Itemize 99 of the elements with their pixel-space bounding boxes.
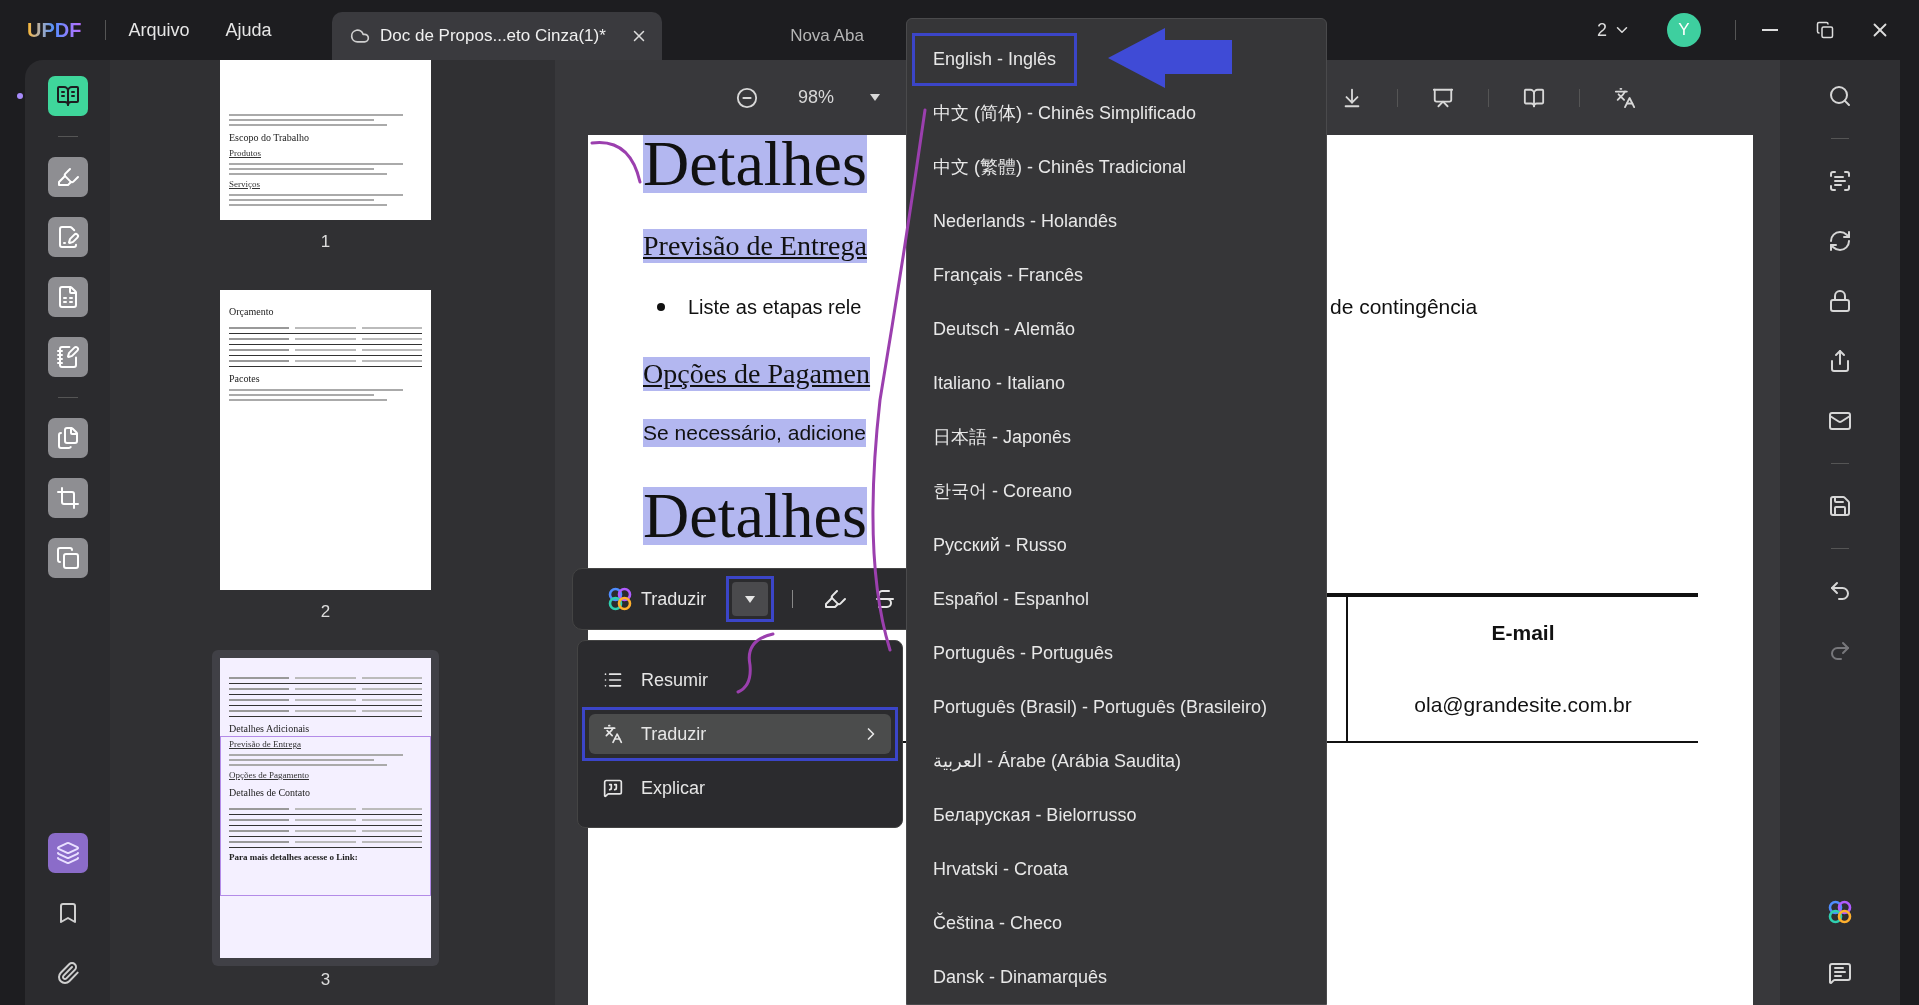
document-text: de contingência [1330,294,1478,320]
menu-item[interactable]: Ajuda [221,16,276,44]
copy-icon [55,546,80,570]
thumbnail-heading: Detalhes Adicionais [229,723,311,735]
ai-assistant-icon[interactable] [1827,899,1853,925]
tool-button[interactable] [47,418,88,458]
ocr-icon[interactable] [1828,169,1852,193]
book-icon [55,84,80,108]
caret-icon [745,595,756,603]
reader-icon[interactable] [1523,86,1545,109]
thumbnail-link: Produtos [229,148,262,159]
thumbnail-link: Serviços [229,179,261,190]
page-number: 1 [320,232,331,252]
speech-bubble-icon [603,778,623,798]
page-count-button[interactable]: 2 [1597,16,1631,44]
highlighter-icon [55,165,80,189]
tool-button[interactable] [47,478,88,518]
active-indicator [17,93,23,99]
comment-icon[interactable] [1828,961,1852,985]
zoom-level[interactable]: 98% [798,84,835,111]
language-option[interactable]: Čeština - Checo [907,896,1326,950]
cloud-icon [350,26,370,46]
sync-icon[interactable] [1828,229,1852,253]
language-option[interactable]: Português (Brasil) - Português (Brasileiro) [907,680,1326,734]
table-cell-text: ola@grandesite.com.br [1414,692,1632,718]
language-option[interactable]: 中文 (繁體) - Chinês Tradicional [907,140,1326,194]
panel-button[interactable] [47,833,88,873]
menu-item[interactable]: Arquivo [124,16,194,44]
thumbnail-heading: Detalhes de Contato [229,787,312,799]
translate-icon [603,724,623,744]
language-option[interactable]: 日本語 - Japonês [907,410,1326,464]
language-option[interactable]: 한국어 - Coreano [907,464,1326,518]
menu-item[interactable]: Explicar [589,768,891,808]
language-option[interactable]: Español - Espanhol [907,572,1326,626]
translate-label[interactable]: Traduzir [641,585,707,613]
language-option[interactable]: Português - Português [907,626,1326,680]
menu-item[interactable]: Traduzir [589,714,891,754]
language-option[interactable]: Nederlands - Holandês [907,194,1326,248]
highlighter-icon[interactable] [823,587,848,611]
pages-icon [55,426,80,450]
thumbnail-link: Previsão de Entrega [229,739,302,750]
language-option[interactable]: العربية - Árabe (Arábia Saudita) [907,734,1326,788]
document-subheading: Previsão de Entrega [643,229,867,263]
language-option[interactable]: 中文 (简体) - Chinês Simplificado [907,86,1326,140]
thumbnail-heading: Escopo do Trabalho [229,132,310,144]
dropdown-button[interactable] [732,582,769,616]
tool-button[interactable] [47,157,88,197]
page-number: 2 [320,602,331,622]
language-option[interactable]: Italiano - Italiano [907,356,1326,410]
language-option[interactable]: Deutsch - Alemão [907,302,1326,356]
translate-icon[interactable] [1614,86,1636,109]
thumbnail-frame[interactable]: Orçamento Pacotes [220,290,431,590]
restore-icon [1815,21,1834,39]
tool-button[interactable] [47,76,88,116]
ai-icon[interactable] [607,586,633,612]
tab-label: Doc de Propos...eto Cinza(1)* [380,25,606,48]
pen-stroke [590,141,642,184]
thumbnail-heading: Pacotes [229,373,261,385]
undo-icon[interactable] [1828,579,1852,603]
document-heading: Detalhes [643,135,867,193]
thumbnail-link: Opções de Pagamento [229,770,310,781]
thumbnail-frame[interactable]: Detalhes Adicionais Previsão de Entrega Opções de Pagamento Detalhes de Contato Para mais detalhes acesse o Link: [212,650,439,966]
language-option[interactable]: Русский - Russo [907,518,1326,572]
language-option[interactable]: Hrvatski - Croata [907,842,1326,896]
thumbnail-note: Para mais detalhes acesse o Link: [229,852,359,863]
layers-icon [55,841,80,865]
pen-stroke [736,632,775,694]
table-header: E-mail [1491,620,1555,646]
zoom-out-icon[interactable] [736,86,758,109]
tool-button[interactable] [47,337,88,377]
minimize-icon [1761,29,1778,31]
share-icon[interactable] [1828,349,1852,373]
caret-icon[interactable] [870,94,881,101]
mail-icon[interactable] [1828,409,1852,433]
crop-icon [55,486,80,510]
document-bullet-text: Liste as etapas rele [688,295,863,320]
document-tab[interactable]: Doc de Propos...eto Cinza(1)* [332,12,662,60]
tool-button[interactable] [47,538,88,578]
document-paragraph: Se necessário, adicione [643,419,866,447]
list-icon [603,670,623,690]
tab-label: Nova Aba [790,25,864,48]
save-icon[interactable] [1828,494,1852,518]
tool-button[interactable] [47,217,88,257]
document-heading: Detalhes [643,487,867,545]
document-subheading: Opções de Pagamen [643,357,871,391]
thumbnail-frame[interactable]: Escopo do Trabalho Produtos Serviços [220,60,431,220]
thumbnail-heading: Orçamento [229,306,275,318]
page-number: 3 [320,970,331,990]
lock-icon[interactable] [1828,289,1852,313]
signature-icon [55,345,80,369]
paperclip-icon [55,961,80,985]
language-option[interactable]: Français - Francês [907,248,1326,302]
language-option[interactable]: English - Inglês [907,32,1326,86]
language-option[interactable]: Dansk - Dinamarquês [907,950,1326,1004]
search-icon[interactable] [1828,84,1852,108]
presentation-icon[interactable] [1432,86,1454,109]
language-option[interactable]: Беларуская - Bielorrusso [907,788,1326,842]
menu-item[interactable]: Resumir [589,660,891,700]
tool-button[interactable] [47,277,88,317]
